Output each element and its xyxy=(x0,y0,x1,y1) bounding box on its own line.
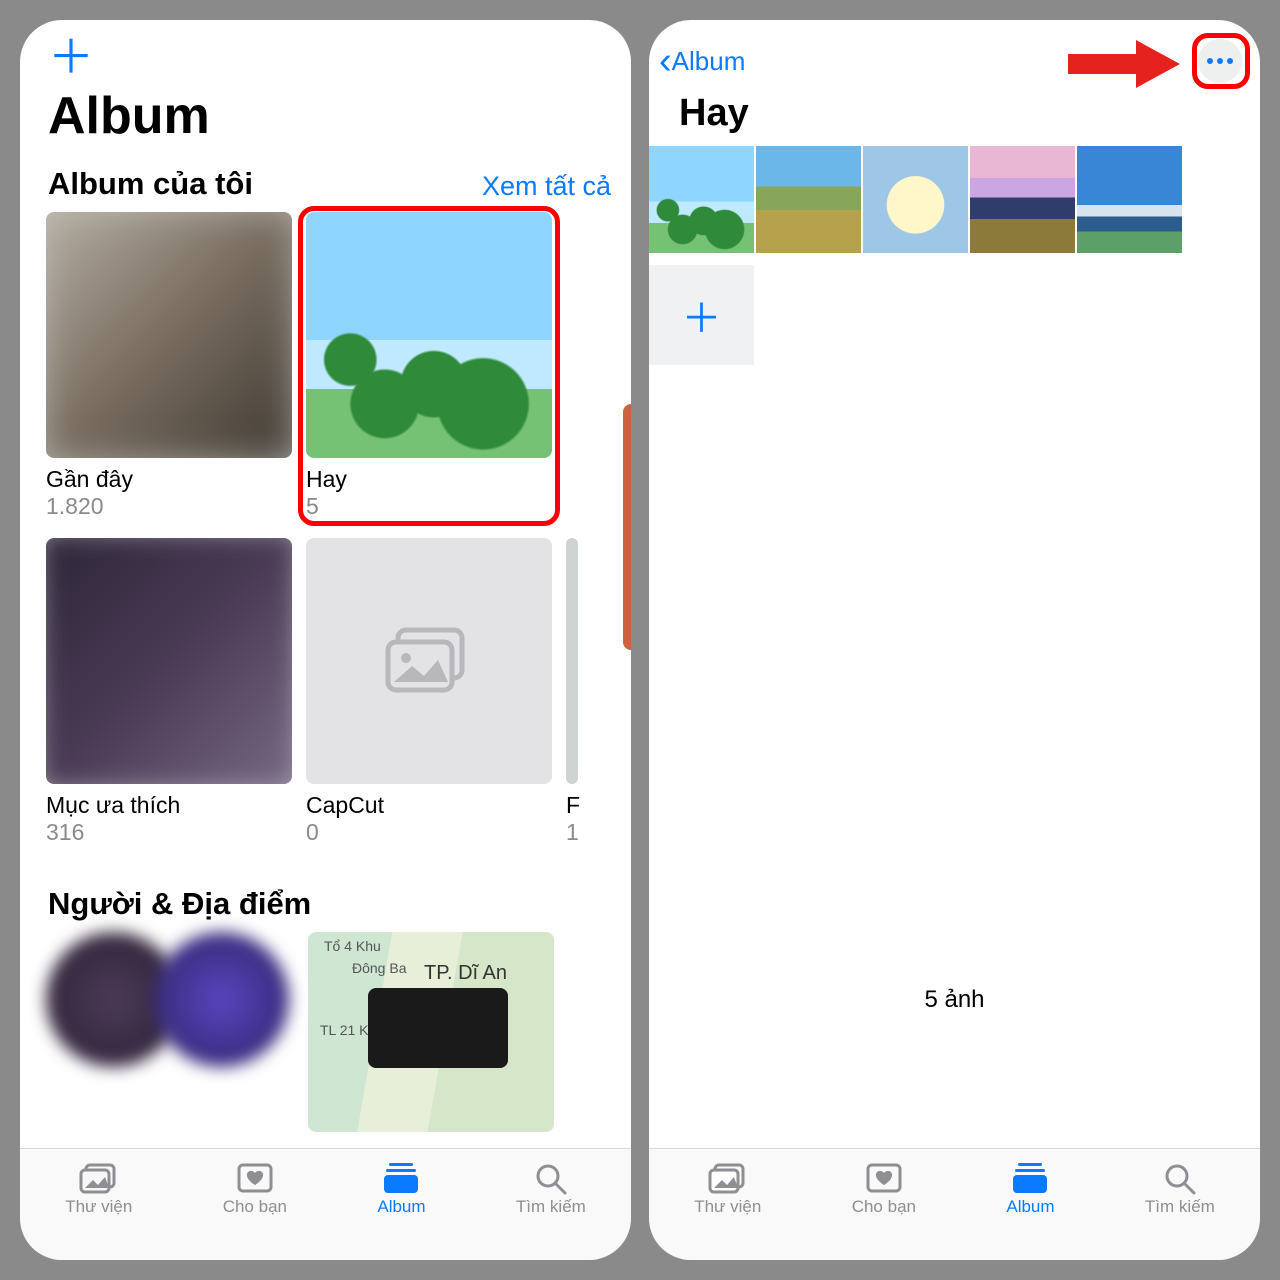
search-icon xyxy=(1159,1161,1201,1195)
album-name: Hay xyxy=(306,466,552,493)
tutorial-arrow-icon xyxy=(1064,36,1184,92)
tab-label: Thư viện xyxy=(694,1197,761,1217)
tab-for-you[interactable]: Cho bạn xyxy=(223,1161,287,1217)
tab-search[interactable]: Tìm kiếm xyxy=(516,1161,586,1217)
tab-label: Thư viện xyxy=(65,1197,132,1217)
tab-bar: Thư viện Cho bạn Album Tìm kiếm xyxy=(20,1148,631,1260)
album-count: 1 xyxy=(566,819,578,846)
photo-library-icon xyxy=(78,1161,120,1195)
photo-thumbnail[interactable] xyxy=(863,146,968,253)
for-you-icon xyxy=(234,1161,276,1195)
photo-count-label: 5 ảnh xyxy=(649,986,1260,1014)
album-name: F xyxy=(566,792,578,819)
tab-library[interactable]: Thư viện xyxy=(65,1161,132,1217)
album-count: 0 xyxy=(306,819,552,846)
photo-thumbnail[interactable] xyxy=(756,146,861,253)
album-name: Gần đây xyxy=(46,466,292,493)
album-card-favorites[interactable]: Mục ưa thích 316 xyxy=(46,538,292,846)
album-card-capcut[interactable]: CapCut 0 xyxy=(306,538,552,846)
album-title: Hay xyxy=(679,92,749,135)
tab-label: Tìm kiếm xyxy=(516,1197,586,1217)
albums-list-screen: ＋ Album Album của tôi Xem tất cả Gần đây… xyxy=(20,20,631,1260)
photo-library-icon xyxy=(707,1161,749,1195)
photo-grid xyxy=(649,146,1260,253)
tutorial-highlight xyxy=(1192,33,1250,89)
album-card-recents[interactable]: Gần đây 1.820 xyxy=(46,212,292,520)
page-title: Album xyxy=(48,86,210,146)
back-button[interactable]: ‹ Album xyxy=(659,42,745,80)
tab-label: Album xyxy=(1006,1197,1054,1217)
my-albums-heading: Album của tôi xyxy=(48,166,253,202)
tab-label: Cho bạn xyxy=(223,1197,287,1217)
tab-album[interactable]: Album xyxy=(377,1161,425,1217)
tab-label: Tìm kiếm xyxy=(1145,1197,1215,1217)
tab-bar: Thư viện Cho bạn Album Tìm kiếm xyxy=(649,1148,1260,1260)
search-icon xyxy=(530,1161,572,1195)
photo-thumbnail[interactable] xyxy=(970,146,1075,253)
album-icon xyxy=(380,1161,422,1195)
more-options-button[interactable] xyxy=(1198,39,1242,83)
tab-for-you[interactable]: Cho bạn xyxy=(852,1161,916,1217)
album-count: 5 xyxy=(306,493,552,520)
tab-label: Album xyxy=(377,1197,425,1217)
photo-thumbnail[interactable] xyxy=(1077,146,1182,253)
album-count: 1.820 xyxy=(46,493,292,520)
tab-search[interactable]: Tìm kiếm xyxy=(1145,1161,1215,1217)
add-photo-button[interactable]: ＋ xyxy=(649,265,754,365)
tab-library[interactable]: Thư viện xyxy=(694,1161,761,1217)
people-tile[interactable] xyxy=(46,932,292,1132)
album-count: 316 xyxy=(46,819,292,846)
album-name: CapCut xyxy=(306,792,552,819)
album-detail-screen: ‹ Album Hay ＋ 5 ảnh xyxy=(649,20,1260,1260)
add-album-button[interactable]: ＋ xyxy=(48,34,94,80)
tab-label: Cho bạn xyxy=(852,1197,916,1217)
photo-placeholder-icon xyxy=(384,626,474,696)
album-card-peek[interactable]: F 1 xyxy=(566,538,578,846)
back-label: Album xyxy=(672,46,746,77)
people-places-heading: Người & Địa điểm xyxy=(48,886,311,922)
album-name: Mục ưa thích xyxy=(46,792,292,819)
avatar xyxy=(154,932,289,1067)
album-icon xyxy=(1009,1161,1051,1195)
places-map-tile[interactable]: Tổ 4 Khu Đông Ba TP. Dĩ An TL 21 Kh xyxy=(308,932,554,1132)
album-card-hay[interactable]: Hay 5 xyxy=(306,212,552,520)
for-you-icon xyxy=(863,1161,905,1195)
photo-thumbnail[interactable] xyxy=(649,146,754,253)
tab-album[interactable]: Album xyxy=(1006,1161,1054,1217)
chevron-left-icon: ‹ xyxy=(659,42,672,80)
see-all-link[interactable]: Xem tất cả xyxy=(482,171,611,202)
